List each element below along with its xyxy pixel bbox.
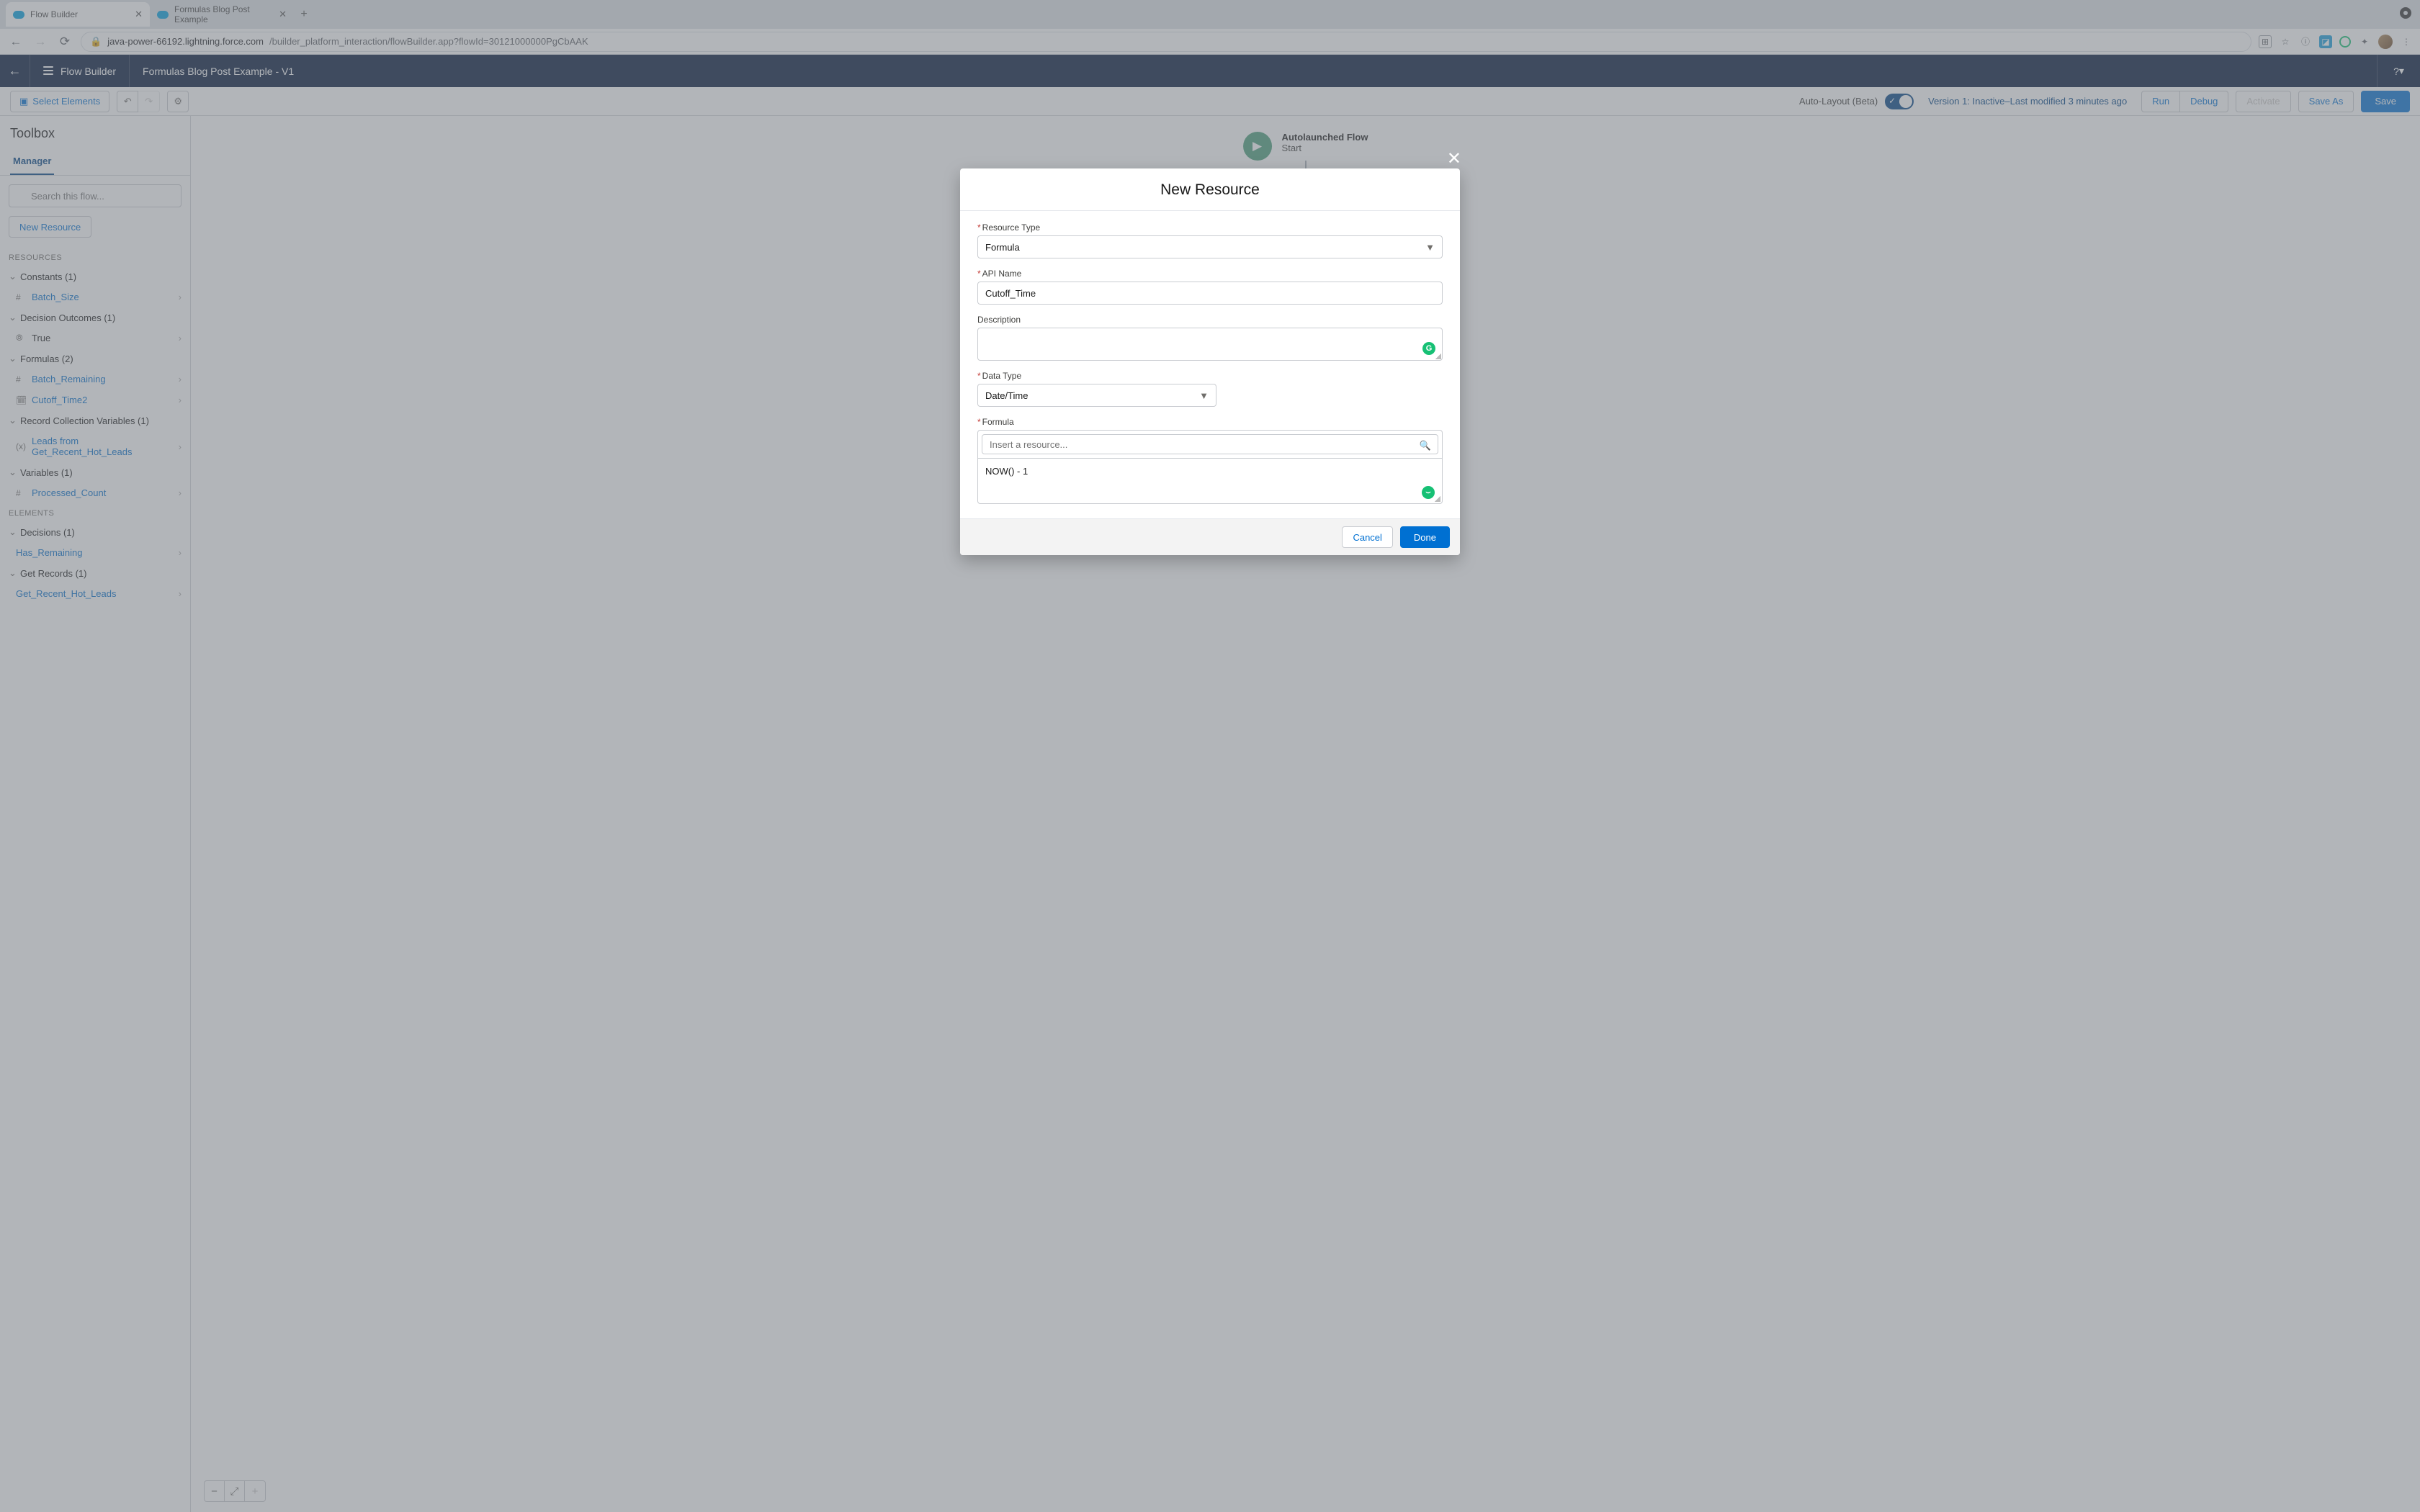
- resize-handle-icon[interactable]: [1435, 496, 1440, 502]
- modal-title: New Resource: [960, 168, 1460, 211]
- select-value: Date/Time: [985, 390, 1028, 401]
- api-name-input[interactable]: [977, 282, 1443, 305]
- api-name-label: *API Name: [977, 269, 1443, 279]
- description-label: Description: [977, 315, 1443, 325]
- modal-close-button[interactable]: ✕: [1447, 148, 1461, 169]
- data-type-label: *Data Type: [977, 371, 1443, 381]
- data-type-select[interactable]: Date/Time ▼: [977, 384, 1216, 407]
- chevron-down-icon: ▼: [1425, 242, 1435, 253]
- done-button[interactable]: Done: [1400, 526, 1450, 548]
- select-value: Formula: [985, 242, 1020, 253]
- formula-editor[interactable]: NOW() - 1 ⌣: [978, 459, 1442, 503]
- search-icon: 🔍: [1420, 440, 1431, 451]
- chevron-down-icon: ▼: [1199, 390, 1209, 401]
- new-resource-modal: New Resource *Resource Type Formula ▼ *A…: [960, 168, 1460, 555]
- grammarly-icon: ⌣: [1422, 486, 1435, 499]
- formula-content: NOW() - 1: [985, 466, 1028, 477]
- resize-handle-icon[interactable]: [1435, 354, 1441, 359]
- resource-type-select[interactable]: Formula ▼: [977, 235, 1443, 258]
- resource-type-label: *Resource Type: [977, 222, 1443, 233]
- cancel-button[interactable]: Cancel: [1342, 526, 1392, 548]
- description-textarea[interactable]: [977, 328, 1443, 361]
- formula-resource-input[interactable]: [982, 434, 1438, 454]
- formula-label: *Formula: [977, 417, 1443, 427]
- grammarly-icon: G: [1422, 342, 1435, 355]
